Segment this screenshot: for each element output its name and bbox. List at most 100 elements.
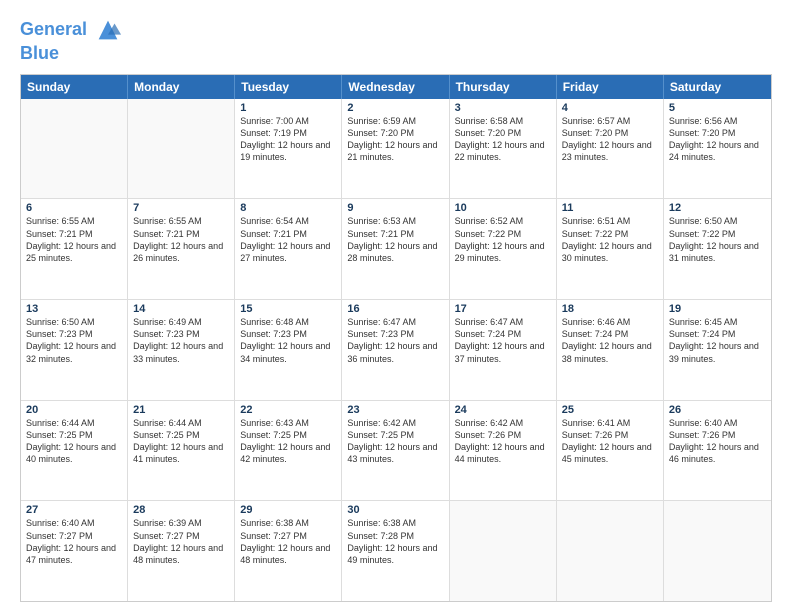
day-info: Sunrise: 6:47 AM Sunset: 7:23 PM Dayligh…: [347, 316, 443, 365]
day-cell-28: 28Sunrise: 6:39 AM Sunset: 7:27 PM Dayli…: [128, 501, 235, 601]
calendar-body: 1Sunrise: 7:00 AM Sunset: 7:19 PM Daylig…: [21, 99, 771, 601]
day-number: 10: [455, 202, 551, 214]
day-number: 9: [347, 202, 443, 214]
day-number: 5: [669, 102, 766, 114]
day-info: Sunrise: 6:42 AM Sunset: 7:26 PM Dayligh…: [455, 417, 551, 466]
day-number: 8: [240, 202, 336, 214]
day-cell-18: 18Sunrise: 6:46 AM Sunset: 7:24 PM Dayli…: [557, 300, 664, 400]
day-number: 29: [240, 504, 336, 516]
day-cell-16: 16Sunrise: 6:47 AM Sunset: 7:23 PM Dayli…: [342, 300, 449, 400]
day-number: 23: [347, 404, 443, 416]
day-number: 16: [347, 303, 443, 315]
day-info: Sunrise: 6:39 AM Sunset: 7:27 PM Dayligh…: [133, 517, 229, 566]
day-info: Sunrise: 6:44 AM Sunset: 7:25 PM Dayligh…: [26, 417, 122, 466]
day-info: Sunrise: 6:59 AM Sunset: 7:20 PM Dayligh…: [347, 115, 443, 164]
day-info: Sunrise: 6:47 AM Sunset: 7:24 PM Dayligh…: [455, 316, 551, 365]
day-number: 6: [26, 202, 122, 214]
day-cell-15: 15Sunrise: 6:48 AM Sunset: 7:23 PM Dayli…: [235, 300, 342, 400]
day-info: Sunrise: 6:43 AM Sunset: 7:25 PM Dayligh…: [240, 417, 336, 466]
logo: General Blue: [20, 16, 122, 64]
day-cell-24: 24Sunrise: 6:42 AM Sunset: 7:26 PM Dayli…: [450, 401, 557, 501]
day-info: Sunrise: 6:57 AM Sunset: 7:20 PM Dayligh…: [562, 115, 658, 164]
header-cell-saturday: Saturday: [664, 75, 771, 99]
day-info: Sunrise: 6:38 AM Sunset: 7:28 PM Dayligh…: [347, 517, 443, 566]
day-number: 12: [669, 202, 766, 214]
day-info: Sunrise: 6:52 AM Sunset: 7:22 PM Dayligh…: [455, 215, 551, 264]
day-info: Sunrise: 6:51 AM Sunset: 7:22 PM Dayligh…: [562, 215, 658, 264]
header-cell-friday: Friday: [557, 75, 664, 99]
day-cell-empty: [21, 99, 128, 199]
day-info: Sunrise: 6:48 AM Sunset: 7:23 PM Dayligh…: [240, 316, 336, 365]
day-info: Sunrise: 6:55 AM Sunset: 7:21 PM Dayligh…: [133, 215, 229, 264]
day-info: Sunrise: 6:40 AM Sunset: 7:26 PM Dayligh…: [669, 417, 766, 466]
day-number: 30: [347, 504, 443, 516]
header: General Blue: [20, 16, 772, 64]
header-cell-wednesday: Wednesday: [342, 75, 449, 99]
day-number: 22: [240, 404, 336, 416]
calendar-row-2: 13Sunrise: 6:50 AM Sunset: 7:23 PM Dayli…: [21, 299, 771, 400]
day-number: 14: [133, 303, 229, 315]
day-info: Sunrise: 6:55 AM Sunset: 7:21 PM Dayligh…: [26, 215, 122, 264]
day-cell-27: 27Sunrise: 6:40 AM Sunset: 7:27 PM Dayli…: [21, 501, 128, 601]
day-cell-26: 26Sunrise: 6:40 AM Sunset: 7:26 PM Dayli…: [664, 401, 771, 501]
day-cell-empty: [664, 501, 771, 601]
day-number: 27: [26, 504, 122, 516]
day-cell-29: 29Sunrise: 6:38 AM Sunset: 7:27 PM Dayli…: [235, 501, 342, 601]
day-cell-23: 23Sunrise: 6:42 AM Sunset: 7:25 PM Dayli…: [342, 401, 449, 501]
day-cell-19: 19Sunrise: 6:45 AM Sunset: 7:24 PM Dayli…: [664, 300, 771, 400]
day-number: 4: [562, 102, 658, 114]
header-cell-thursday: Thursday: [450, 75, 557, 99]
calendar-header-row: SundayMondayTuesdayWednesdayThursdayFrid…: [21, 75, 771, 99]
day-cell-21: 21Sunrise: 6:44 AM Sunset: 7:25 PM Dayli…: [128, 401, 235, 501]
day-number: 18: [562, 303, 658, 315]
day-info: Sunrise: 6:45 AM Sunset: 7:24 PM Dayligh…: [669, 316, 766, 365]
day-cell-20: 20Sunrise: 6:44 AM Sunset: 7:25 PM Dayli…: [21, 401, 128, 501]
day-cell-empty: [557, 501, 664, 601]
day-cell-11: 11Sunrise: 6:51 AM Sunset: 7:22 PM Dayli…: [557, 199, 664, 299]
logo-general: General: [20, 19, 87, 39]
calendar-row-3: 20Sunrise: 6:44 AM Sunset: 7:25 PM Dayli…: [21, 400, 771, 501]
logo-blue: Blue: [20, 44, 122, 64]
day-cell-10: 10Sunrise: 6:52 AM Sunset: 7:22 PM Dayli…: [450, 199, 557, 299]
header-cell-sunday: Sunday: [21, 75, 128, 99]
calendar-row-1: 6Sunrise: 6:55 AM Sunset: 7:21 PM Daylig…: [21, 198, 771, 299]
header-cell-monday: Monday: [128, 75, 235, 99]
day-cell-9: 9Sunrise: 6:53 AM Sunset: 7:21 PM Daylig…: [342, 199, 449, 299]
day-number: 7: [133, 202, 229, 214]
day-cell-empty: [450, 501, 557, 601]
day-info: Sunrise: 6:46 AM Sunset: 7:24 PM Dayligh…: [562, 316, 658, 365]
day-cell-8: 8Sunrise: 6:54 AM Sunset: 7:21 PM Daylig…: [235, 199, 342, 299]
header-cell-tuesday: Tuesday: [235, 75, 342, 99]
day-info: Sunrise: 6:42 AM Sunset: 7:25 PM Dayligh…: [347, 417, 443, 466]
day-cell-7: 7Sunrise: 6:55 AM Sunset: 7:21 PM Daylig…: [128, 199, 235, 299]
day-number: 2: [347, 102, 443, 114]
day-number: 15: [240, 303, 336, 315]
day-info: Sunrise: 6:54 AM Sunset: 7:21 PM Dayligh…: [240, 215, 336, 264]
day-number: 3: [455, 102, 551, 114]
day-number: 24: [455, 404, 551, 416]
day-number: 20: [26, 404, 122, 416]
day-cell-1: 1Sunrise: 7:00 AM Sunset: 7:19 PM Daylig…: [235, 99, 342, 199]
day-cell-13: 13Sunrise: 6:50 AM Sunset: 7:23 PM Dayli…: [21, 300, 128, 400]
day-number: 13: [26, 303, 122, 315]
calendar: SundayMondayTuesdayWednesdayThursdayFrid…: [20, 74, 772, 602]
day-info: Sunrise: 6:50 AM Sunset: 7:22 PM Dayligh…: [669, 215, 766, 264]
day-cell-2: 2Sunrise: 6:59 AM Sunset: 7:20 PM Daylig…: [342, 99, 449, 199]
day-cell-5: 5Sunrise: 6:56 AM Sunset: 7:20 PM Daylig…: [664, 99, 771, 199]
day-cell-3: 3Sunrise: 6:58 AM Sunset: 7:20 PM Daylig…: [450, 99, 557, 199]
day-number: 1: [240, 102, 336, 114]
day-number: 25: [562, 404, 658, 416]
day-info: Sunrise: 7:00 AM Sunset: 7:19 PM Dayligh…: [240, 115, 336, 164]
day-cell-14: 14Sunrise: 6:49 AM Sunset: 7:23 PM Dayli…: [128, 300, 235, 400]
day-info: Sunrise: 6:44 AM Sunset: 7:25 PM Dayligh…: [133, 417, 229, 466]
day-info: Sunrise: 6:49 AM Sunset: 7:23 PM Dayligh…: [133, 316, 229, 365]
day-info: Sunrise: 6:40 AM Sunset: 7:27 PM Dayligh…: [26, 517, 122, 566]
day-info: Sunrise: 6:58 AM Sunset: 7:20 PM Dayligh…: [455, 115, 551, 164]
logo-icon: [94, 16, 122, 44]
day-cell-empty: [128, 99, 235, 199]
calendar-row-4: 27Sunrise: 6:40 AM Sunset: 7:27 PM Dayli…: [21, 500, 771, 601]
day-number: 11: [562, 202, 658, 214]
day-info: Sunrise: 6:50 AM Sunset: 7:23 PM Dayligh…: [26, 316, 122, 365]
day-info: Sunrise: 6:38 AM Sunset: 7:27 PM Dayligh…: [240, 517, 336, 566]
day-number: 17: [455, 303, 551, 315]
